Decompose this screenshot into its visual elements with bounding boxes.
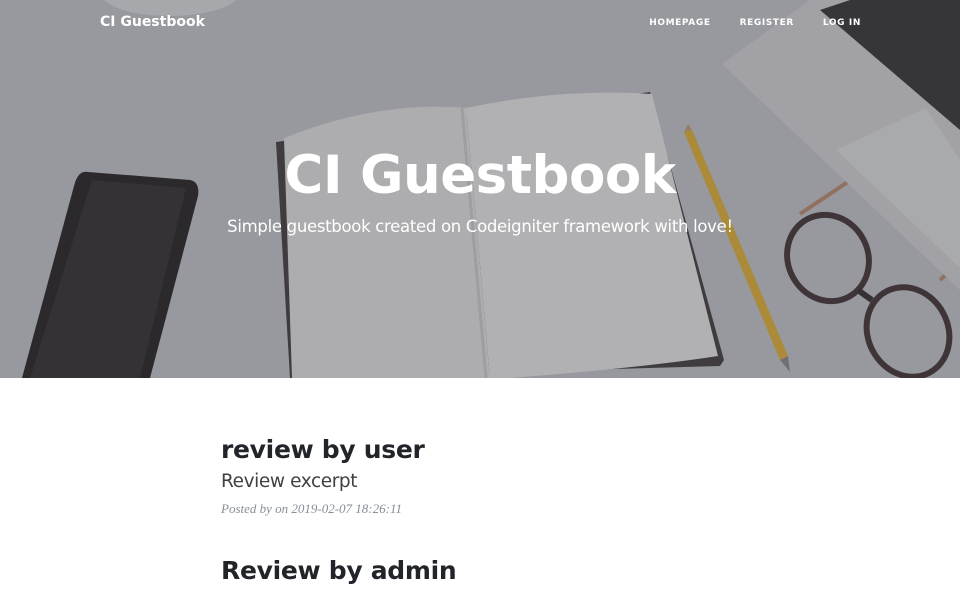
navbar: CI Guestbook Homepage Register Log In [0,0,960,46]
nav-register-link[interactable]: Register [740,18,794,28]
post-title-link[interactable]: Review by admin [221,553,741,589]
hero-subtitle: Simple guestbook created on Codeigniter … [227,217,733,236]
post-title-link[interactable]: review by user [221,432,741,468]
nav-links: Homepage Register Log In [649,18,861,28]
post-preview: Review by admin [221,553,741,589]
post-subtitle: Review excerpt [221,471,358,492]
nav-homepage-link[interactable]: Homepage [649,18,710,28]
hero-title: CI Guestbook [284,145,676,206]
post-preview: review by user Review excerpt Posted by … [221,432,741,517]
posts-list: review by user Review excerpt Posted by … [221,432,741,600]
masthead: CI Guestbook Homepage Register Log In CI… [0,0,960,378]
brand-link[interactable]: CI Guestbook [100,14,205,30]
post-meta: Posted by on 2019-02-07 18:26:11 [221,501,403,516]
nav-login-link[interactable]: Log In [823,18,861,28]
